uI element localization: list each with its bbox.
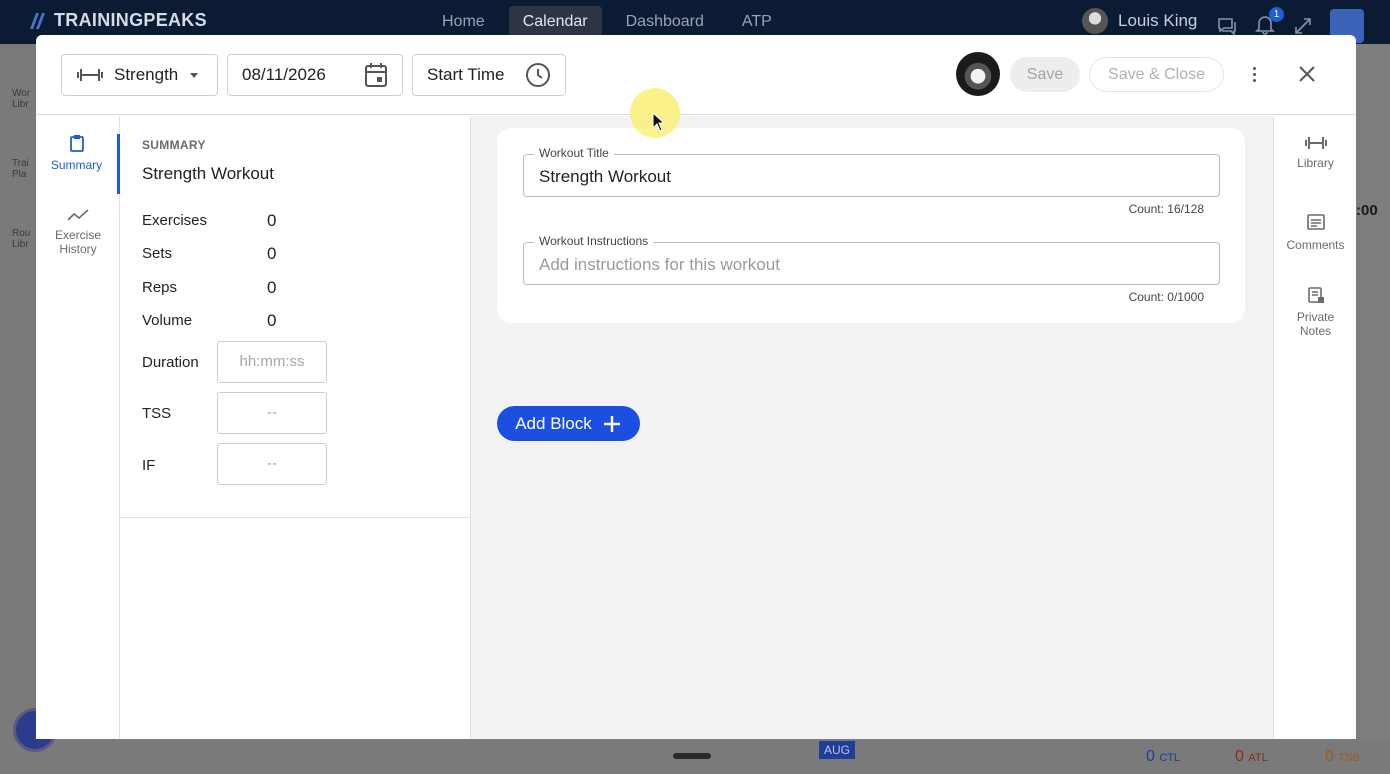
clipboard-icon <box>69 135 84 152</box>
stat-sets: Sets 0 <box>142 244 277 263</box>
rail-summary-label: Summary <box>50 158 103 172</box>
summary-workout-title: Strength Workout <box>142 164 274 183</box>
drag-handle[interactable] <box>673 753 711 759</box>
plus-icon <box>603 415 620 432</box>
workout-title-count: Count: 16/128 <box>1128 202 1204 216</box>
summary-divider <box>120 517 470 518</box>
bg-label-routes-library: Rou Libr <box>12 228 31 250</box>
if-input[interactable]: -- <box>217 443 327 485</box>
close-icon[interactable] <box>1295 62 1319 86</box>
athlete-avatar[interactable] <box>956 52 1000 96</box>
rail-summary-tab[interactable]: Summary <box>36 134 120 194</box>
workout-instructions-placeholder: Add instructions for this workout <box>539 255 780 274</box>
right-rail: Library Comments Private Notes <box>1273 116 1356 739</box>
rail-private-notes-tab[interactable]: Private Notes <box>1274 286 1356 338</box>
brand-name: TRAININGPEAKS <box>54 10 207 30</box>
workout-title-value: Strength Workout <box>539 167 671 186</box>
user-name: Louis King <box>1118 11 1198 30</box>
ctl-stat: 0 CTL <box>1146 748 1181 765</box>
bg-label-training-plans: Trai Pla <box>12 158 29 180</box>
stat-value: 0 <box>267 211 277 230</box>
rail-private-notes-label: Private Notes <box>1296 310 1335 338</box>
workout-instructions-label: Workout Instructions <box>534 234 654 248</box>
summary-panel: SUMMARY Strength Workout Exercises 0 Set… <box>120 116 471 739</box>
stat-volume: Volume 0 <box>142 311 277 330</box>
dumbbell-icon <box>1304 137 1327 149</box>
stat-value: 0 <box>267 244 277 263</box>
workout-title-field[interactable]: Workout Title Strength Workout <box>523 146 1220 197</box>
notification-count-badge: 1 <box>1269 6 1284 22</box>
duration-label: Duration <box>142 354 199 371</box>
date-field[interactable]: 08/11/2026 <box>227 54 403 96</box>
left-rail: Summary Exercise History <box>36 116 120 739</box>
workout-type-label: Strength <box>114 65 179 84</box>
calendar-icon[interactable] <box>364 62 388 88</box>
clock-icon[interactable] <box>525 62 551 88</box>
nav-tabs: Home Calendar Dashboard ATP <box>428 6 786 38</box>
user-menu[interactable]: Louis King <box>1082 8 1197 34</box>
notes-icon <box>1307 287 1324 303</box>
chat-icon[interactable] <box>1216 15 1238 37</box>
save-button[interactable]: Save <box>1010 57 1080 92</box>
stat-value: 0 <box>267 278 277 297</box>
rail-exercise-history-label: Exercise History <box>54 228 101 256</box>
tsb-stat: 0 TSB <box>1325 748 1360 765</box>
tss-label: TSS <box>142 405 172 422</box>
month-badge: AUG <box>819 741 856 759</box>
stat-reps: Reps 0 <box>142 278 277 297</box>
save-and-close-button[interactable]: Save & Close <box>1089 57 1224 92</box>
workout-instructions-count: Count: 0/1000 <box>1128 290 1204 304</box>
workout-type-select[interactable]: Strength <box>61 54 218 96</box>
date-value: 08/11/2026 <box>242 65 326 84</box>
workout-modal: Strength 08/11/2026 Start Time Save Save… <box>36 35 1356 739</box>
atl-stat: 0 ATL <box>1235 748 1268 765</box>
brand-logo[interactable]: TRAININGPEAKS <box>28 10 207 31</box>
start-time-field[interactable]: Start Time <box>412 54 566 96</box>
rail-library-tab[interactable]: Library <box>1274 136 1356 170</box>
nav-tab-dashboard[interactable]: Dashboard <box>612 6 718 38</box>
expand-icon[interactable] <box>1292 15 1314 37</box>
tss-input[interactable]: -- <box>217 392 327 434</box>
comment-icon <box>1306 214 1325 230</box>
duration-input[interactable]: hh:mm:ss <box>217 341 327 383</box>
chevron-down-icon <box>190 72 199 78</box>
nav-tab-calendar[interactable]: Calendar <box>508 6 602 38</box>
start-time-label: Start Time <box>427 65 505 84</box>
rail-comments-tab[interactable]: Comments <box>1274 214 1356 252</box>
workout-details-card: Workout Title Strength Workout Count: 16… <box>497 128 1245 323</box>
more-options-icon[interactable] <box>1242 62 1266 86</box>
workout-title-label: Workout Title <box>534 146 614 160</box>
nav-tab-home[interactable]: Home <box>428 6 499 38</box>
rail-exercise-history-tab[interactable]: Exercise History <box>36 208 120 256</box>
summary-heading: SUMMARY <box>142 138 206 152</box>
modal-header: Strength 08/11/2026 Start Time Save Save… <box>36 35 1356 115</box>
stat-exercises: Exercises 0 <box>142 211 277 230</box>
if-label: IF <box>142 457 156 474</box>
workout-instructions-field[interactable]: Workout Instructions Add instructions fo… <box>523 234 1220 285</box>
user-avatar <box>1082 8 1108 34</box>
nav-tab-atp[interactable]: ATP <box>728 6 786 38</box>
add-block-label: Add Block <box>515 413 592 433</box>
trend-line-icon <box>67 209 89 221</box>
workout-builder-main: Workout Title Strength Workout Count: 16… <box>471 116 1273 739</box>
stat-value: 0 <box>267 311 277 330</box>
add-block-button[interactable]: Add Block <box>497 406 640 441</box>
mouse-pointer-icon <box>652 112 666 132</box>
dumbbell-icon <box>77 69 103 81</box>
bg-time-fragment: :00 <box>1356 202 1378 219</box>
background-left-sidebar: Wor Libr Trai Pla Rou Libr <box>0 44 36 774</box>
rail-library-label: Library <box>1297 156 1334 170</box>
rail-comments-label: Comments <box>1286 238 1345 252</box>
bg-label-workout-library: Wor Libr <box>12 88 31 110</box>
trainingpeaks-logo-icon <box>30 12 45 29</box>
